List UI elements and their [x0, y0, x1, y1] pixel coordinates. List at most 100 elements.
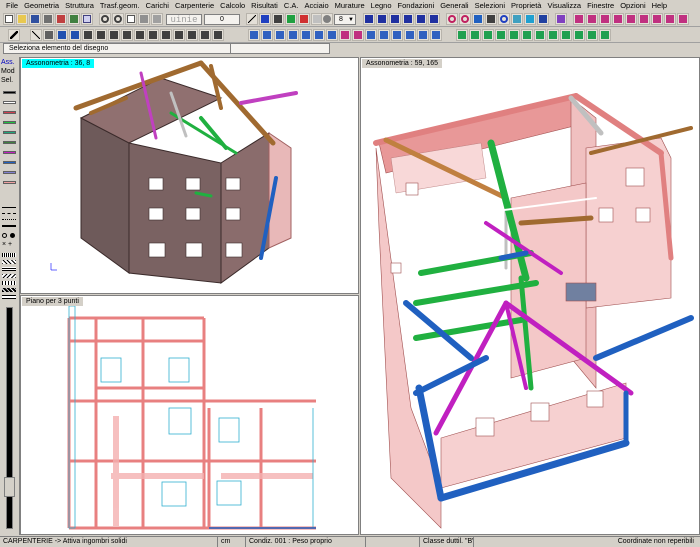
menu-item-3[interactable]: Trasf.geom. — [97, 0, 143, 12]
circle-small-icon[interactable] — [2, 233, 7, 238]
move-icon[interactable] — [138, 13, 150, 25]
zoom-window-icon[interactable] — [81, 13, 93, 25]
menu-item-11[interactable]: Legno — [368, 0, 395, 12]
box-9-icon[interactable] — [560, 29, 572, 41]
color-swatch-5[interactable] — [3, 141, 16, 144]
mesh-5-icon[interactable] — [300, 29, 312, 41]
menu-item-2[interactable]: Struttura — [62, 0, 97, 12]
filter-2-icon[interactable] — [586, 13, 598, 25]
roof-icon[interactable] — [147, 29, 159, 41]
view-side-icon[interactable] — [376, 13, 388, 25]
stair-icon[interactable] — [173, 29, 185, 41]
filter-9-icon[interactable] — [677, 13, 689, 25]
slab-icon[interactable] — [95, 29, 107, 41]
box-6-icon[interactable] — [521, 29, 533, 41]
save-icon[interactable] — [29, 13, 41, 25]
view-front-icon[interactable] — [363, 13, 375, 25]
menu-item-13[interactable]: Generali — [437, 0, 471, 12]
mesh-10-icon[interactable] — [365, 29, 377, 41]
draw-line-icon[interactable] — [246, 13, 258, 25]
value-input[interactable]: 0 — [204, 14, 240, 25]
view-persp-icon[interactable] — [415, 13, 427, 25]
brace-icon[interactable] — [108, 29, 120, 41]
box-11-icon[interactable] — [586, 29, 598, 41]
filter-1-icon[interactable] — [573, 13, 585, 25]
color-swatch-4[interactable] — [3, 131, 16, 134]
node-icon[interactable] — [43, 29, 55, 41]
box-8-icon[interactable] — [547, 29, 559, 41]
viewport-top-left[interactable]: Assonometria : 36, 8 — [20, 57, 359, 294]
mesh-1-icon[interactable] — [248, 29, 260, 41]
box-5-icon[interactable] — [508, 29, 520, 41]
mesh-7-icon[interactable] — [326, 29, 338, 41]
menu-item-0[interactable]: File — [3, 0, 21, 12]
mesh-13-icon[interactable] — [404, 29, 416, 41]
filter-5-icon[interactable] — [625, 13, 637, 25]
color-swatch-2[interactable] — [3, 111, 16, 114]
box-2-icon[interactable] — [469, 29, 481, 41]
filter-6-icon[interactable] — [638, 13, 650, 25]
regen-icon[interactable] — [524, 13, 536, 25]
opening-icon[interactable] — [186, 29, 198, 41]
box-4-icon[interactable] — [495, 29, 507, 41]
pan-icon[interactable] — [485, 13, 497, 25]
menu-item-7[interactable]: Risultati — [248, 0, 281, 12]
redraw-icon[interactable] — [511, 13, 523, 25]
mesh-9-icon[interactable] — [352, 29, 364, 41]
color-swatch-3[interactable] — [3, 121, 16, 124]
beam-icon[interactable] — [56, 29, 68, 41]
menu-item-16[interactable]: Visualizza — [544, 0, 584, 12]
line-style-dashed[interactable] — [2, 213, 16, 217]
menu-item-8[interactable]: C.A. — [281, 0, 302, 12]
hatch-pattern-2[interactable] — [2, 260, 16, 264]
zoom-in-icon[interactable] — [446, 13, 458, 25]
copy-icon[interactable] — [125, 13, 137, 25]
color-swatch-6[interactable] — [3, 151, 16, 154]
delete-x-icon[interactable] — [30, 29, 42, 41]
mesh-12-icon[interactable] — [391, 29, 403, 41]
print-icon[interactable] — [42, 13, 54, 25]
color-swatch-8[interactable] — [3, 171, 16, 174]
viewport-bottom-left[interactable]: Piano per 3 punti — [20, 295, 359, 535]
unit-field[interactable]: uinie — [166, 14, 202, 25]
color-swatch-1[interactable] — [3, 101, 16, 104]
box-7-icon[interactable] — [534, 29, 546, 41]
frame-icon[interactable] — [121, 29, 133, 41]
view-render-icon[interactable] — [428, 13, 440, 25]
layer-icon[interactable] — [285, 13, 297, 25]
filter-8-icon[interactable] — [664, 13, 676, 25]
mesh-4-icon[interactable] — [287, 29, 299, 41]
number-dropdown[interactable]: 8 ▼ — [334, 14, 356, 25]
palette-label-sel[interactable]: Sel. — [1, 77, 13, 85]
dimension-icon[interactable] — [212, 29, 224, 41]
palette-label-mod[interactable]: Mod — [1, 68, 15, 76]
menu-item-15[interactable]: Proprietà — [508, 0, 544, 12]
column-icon[interactable] — [69, 29, 81, 41]
import-icon[interactable] — [68, 13, 80, 25]
menu-item-12[interactable]: Fondazioni — [395, 0, 438, 12]
properties-icon[interactable] — [555, 13, 567, 25]
mesh-11-icon[interactable] — [378, 29, 390, 41]
menu-item-10[interactable]: Murature — [332, 0, 368, 12]
grid-icon[interactable] — [272, 13, 284, 25]
view-iso-icon[interactable] — [402, 13, 414, 25]
hatch-pattern-7[interactable] — [2, 295, 16, 299]
mesh-6-icon[interactable] — [313, 29, 325, 41]
menu-item-9[interactable]: Acciaio — [301, 0, 331, 12]
line-style-dotted[interactable] — [2, 219, 16, 223]
zoom-out-icon[interactable] — [459, 13, 471, 25]
mirror-icon[interactable] — [151, 13, 163, 25]
truss-icon[interactable] — [134, 29, 146, 41]
filter-7-icon[interactable] — [651, 13, 663, 25]
menu-item-1[interactable]: Geometria — [21, 0, 62, 12]
text-icon[interactable] — [199, 29, 211, 41]
menu-item-6[interactable]: Calcolo — [217, 0, 248, 12]
mesh-3-icon[interactable] — [274, 29, 286, 41]
new-file-icon[interactable] — [3, 13, 15, 25]
hatch-pattern-6[interactable] — [2, 288, 16, 292]
hatch-pattern-4[interactable] — [2, 274, 16, 278]
circle-filled-icon[interactable] — [10, 233, 15, 238]
menu-item-4[interactable]: Carichi — [143, 0, 172, 12]
viewport-right[interactable]: Assonometria : 59, 165 — [360, 57, 700, 535]
mesh-8-icon[interactable] — [339, 29, 351, 41]
